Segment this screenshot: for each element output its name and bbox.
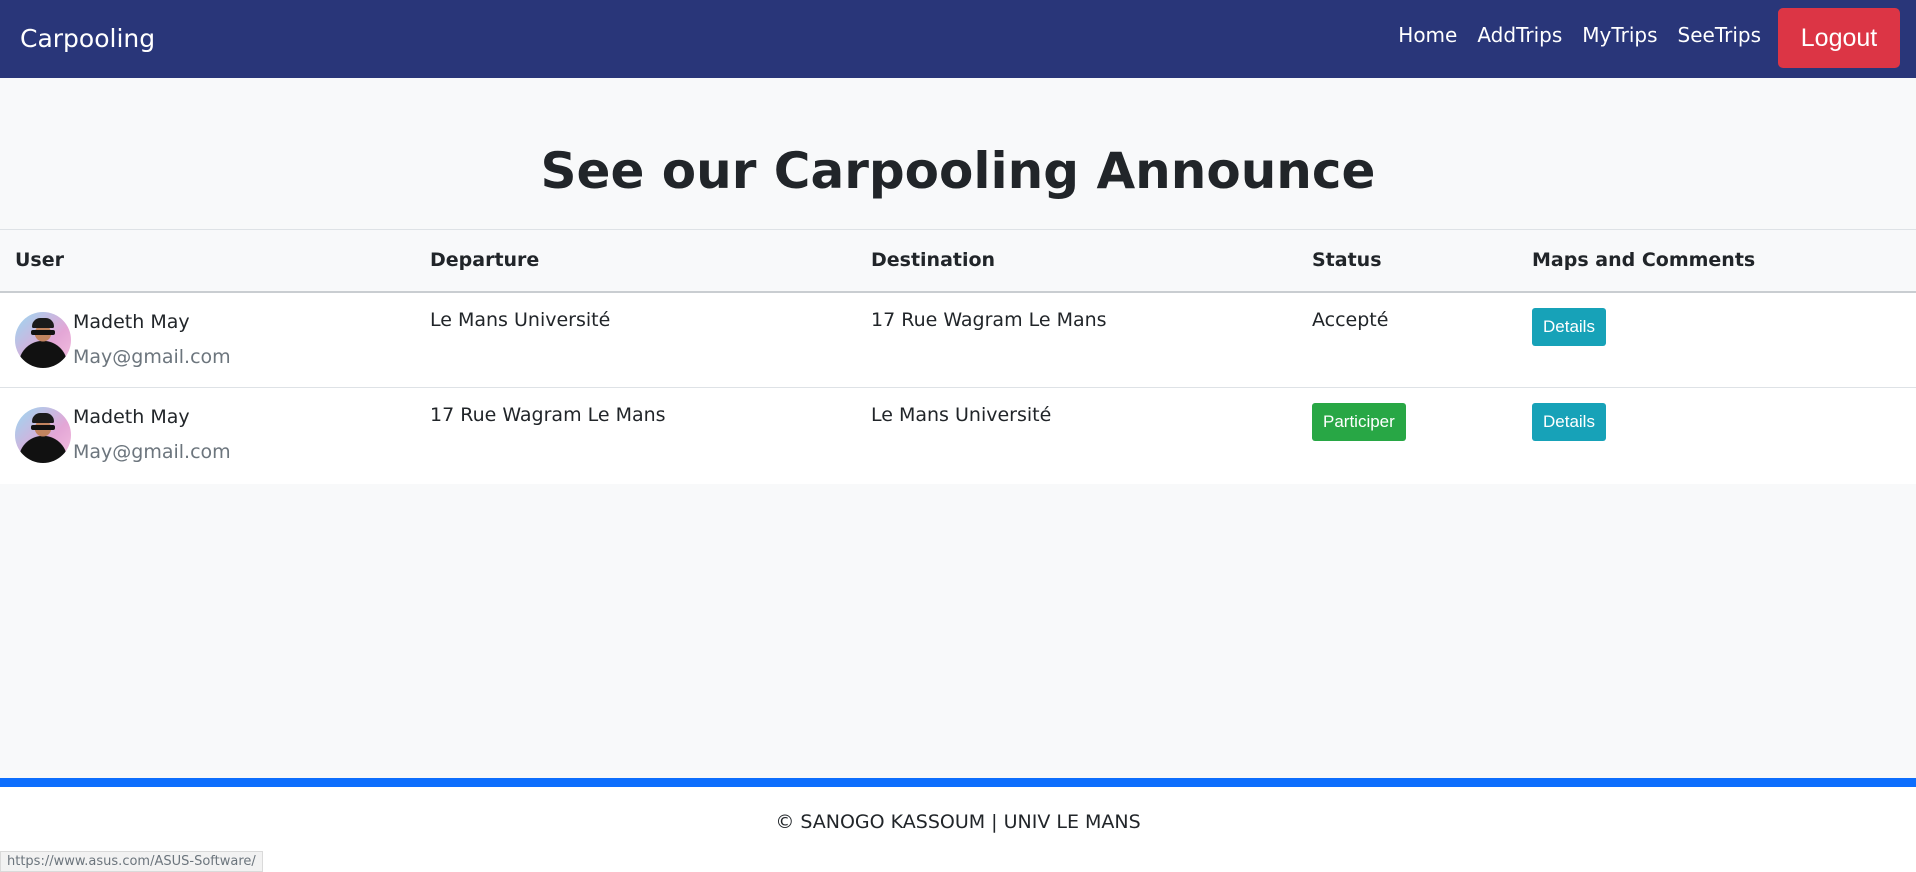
footer: © SANOGO KASSOUM | UNIV LE MANS xyxy=(0,787,1916,872)
nav-mytrips[interactable]: MyTrips xyxy=(1572,20,1667,50)
logout-button[interactable]: Logout xyxy=(1778,8,1900,68)
avatar xyxy=(15,407,71,463)
details-button[interactable]: Details xyxy=(1532,307,1606,346)
user-email: May@gmail.com xyxy=(73,441,231,463)
user-name: Madeth May xyxy=(73,406,190,428)
nav-addtrips[interactable]: AddTrips xyxy=(1467,20,1572,50)
header-status: Status xyxy=(1297,229,1517,293)
nav-links: Home AddTrips MyTrips SeeTrips xyxy=(1388,20,1771,50)
status-bar-url: https://www.asus.com/ASUS-Software/ xyxy=(0,851,263,872)
header-maps-comments: Maps and Comments xyxy=(1517,229,1916,293)
departure-cell: Le Mans Université xyxy=(415,291,856,388)
participer-button[interactable]: Participer xyxy=(1312,403,1406,441)
status-text: Accepté xyxy=(1297,291,1517,388)
details-button[interactable]: Details xyxy=(1532,403,1606,441)
avatar xyxy=(15,311,71,368)
table-header-row: User Departure Destination Status Maps a… xyxy=(0,229,1916,293)
maps-comments-cell: Details xyxy=(1517,291,1916,388)
footer-text: © SANOGO KASSOUM | UNIV LE MANS xyxy=(775,811,1141,833)
table-row: Madeth May May@gmail.com Le Mans Univers… xyxy=(0,291,1916,388)
table-row: Madeth May May@gmail.com 17 Rue Wagram L… xyxy=(0,388,1916,484)
status-cell: Participer xyxy=(1297,388,1517,484)
user-cell: Madeth May May@gmail.com xyxy=(0,291,415,388)
nav-seetrips[interactable]: SeeTrips xyxy=(1668,20,1771,50)
footer-accent-bar xyxy=(0,778,1916,787)
header-user: User xyxy=(0,229,415,293)
user-name: Madeth May xyxy=(73,310,190,333)
page-title: See our Carpooling Announce xyxy=(540,142,1376,200)
user-email: May@gmail.com xyxy=(73,345,231,368)
trips-table: User Departure Destination Status Maps a… xyxy=(0,229,1916,484)
brand-link[interactable]: Carpooling xyxy=(20,22,155,56)
navbar: Carpooling Home AddTrips MyTrips SeeTrip… xyxy=(0,0,1916,78)
header-departure: Departure xyxy=(415,229,856,293)
departure-cell: 17 Rue Wagram Le Mans xyxy=(430,404,666,426)
nav-home[interactable]: Home xyxy=(1388,20,1467,50)
user-cell: Madeth May May@gmail.com xyxy=(0,388,415,484)
header-destination: Destination xyxy=(856,229,1297,293)
destination-cell: Le Mans Université xyxy=(871,404,1052,426)
destination-cell: 17 Rue Wagram Le Mans xyxy=(856,291,1297,388)
maps-comments-cell: Details xyxy=(1517,388,1916,484)
